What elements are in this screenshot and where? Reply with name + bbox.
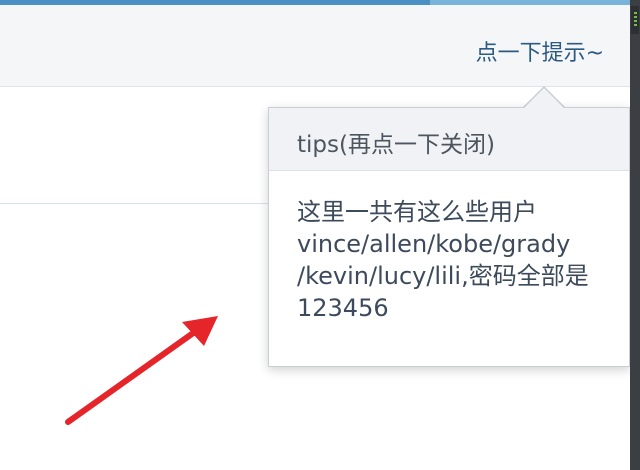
header-bar: 点一下提示~ bbox=[0, 5, 630, 87]
tips-popover: tips(再点一下关闭) 这里一共有这么些用户 vince/allen/kobe… bbox=[268, 107, 630, 367]
popover-arrow-inner bbox=[523, 88, 565, 109]
grip-icon bbox=[634, 24, 637, 26]
hint-link[interactable]: 点一下提示~ bbox=[476, 35, 604, 67]
popover-title[interactable]: tips(再点一下关闭) bbox=[269, 108, 629, 171]
popover-body: 这里一共有这么些用户 vince/allen/kobe/grady /kevin… bbox=[269, 171, 629, 325]
arrow-head bbox=[182, 316, 218, 346]
popover-body-line: /kevin/lucy/lili,密码全部是 bbox=[297, 261, 589, 290]
popover-body-line: 123456 bbox=[297, 293, 389, 322]
grip-icon bbox=[634, 20, 637, 22]
popover-body-line: vince/allen/kobe/grady bbox=[297, 229, 571, 258]
grip-icon bbox=[634, 12, 637, 14]
grip-icon bbox=[634, 16, 637, 18]
page: 点一下提示~ tips(再点一下关闭) 这里一共有这么些用户 vince/all… bbox=[0, 0, 640, 470]
arrow-shaft bbox=[65, 328, 199, 425]
scrollbar-thumb[interactable] bbox=[631, 6, 639, 34]
window-scrollbar[interactable] bbox=[630, 0, 640, 470]
popover-body-line: 这里一共有这么些用户 bbox=[297, 198, 537, 226]
